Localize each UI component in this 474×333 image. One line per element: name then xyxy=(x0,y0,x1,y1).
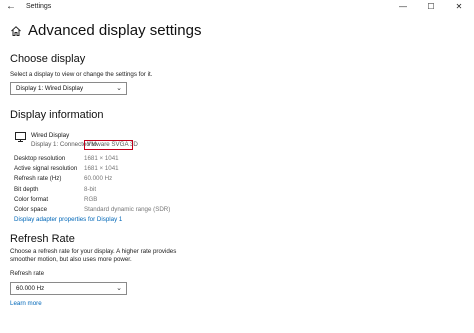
refresh-rate-description-line1: Choose a refresh rate for your display. … xyxy=(10,248,177,255)
minimize-button[interactable]: — xyxy=(390,0,416,14)
maximize-icon: ☐ xyxy=(427,2,435,11)
close-icon: ✕ xyxy=(455,2,463,11)
row-label-bit-depth: Bit depth xyxy=(14,186,39,193)
row-value-refresh-rate: 60.000 Hz xyxy=(84,175,113,182)
adapter-highlight-box xyxy=(84,140,133,150)
row-value-active-signal-resolution: 1681 × 1041 xyxy=(84,165,119,172)
close-button[interactable]: ✕ xyxy=(446,0,472,14)
chevron-down-icon: ⌄ xyxy=(116,285,122,292)
row-value-color-format: RGB xyxy=(84,196,98,203)
arrow-left-icon: ← xyxy=(6,1,16,12)
refresh-rate-heading: Refresh Rate xyxy=(10,233,75,245)
row-value-bit-depth: 8-bit xyxy=(84,186,97,193)
row-value-color-space: Standard dynamic range (SDR) xyxy=(84,206,171,213)
display-adapter-properties-link[interactable]: Display adapter properties for Display 1 xyxy=(14,216,122,224)
refresh-rate-select[interactable]: 60.000 Hz ⌄ xyxy=(10,282,127,295)
refresh-rate-select-value: 60.000 Hz xyxy=(16,285,45,292)
maximize-button[interactable]: ☐ xyxy=(418,0,444,14)
choose-display-heading: Choose display xyxy=(10,53,86,65)
refresh-rate-field-label: Refresh rate xyxy=(10,270,45,277)
row-label-desktop-resolution: Desktop resolution xyxy=(14,155,66,162)
row-value-desktop-resolution: 1681 × 1041 xyxy=(84,155,119,162)
refresh-rate-description-line2: smoother motion, but also uses more powe… xyxy=(10,256,132,263)
app-title: Settings xyxy=(26,3,52,10)
learn-more-link[interactable]: Learn more xyxy=(10,300,42,308)
display-information-heading: Display information xyxy=(10,109,104,121)
minimize-icon: — xyxy=(399,2,407,11)
row-label-color-space: Color space xyxy=(14,206,48,213)
choose-display-description: Select a display to view or change the s… xyxy=(10,71,153,78)
home-icon xyxy=(11,26,21,36)
monitor-icon xyxy=(15,132,26,142)
display-select[interactable]: Display 1: Wired Display ⌄ xyxy=(10,82,127,95)
display-name: Wired Display xyxy=(31,132,70,139)
page-title: Advanced display settings xyxy=(28,22,202,39)
chevron-down-icon: ⌄ xyxy=(116,85,122,92)
back-button[interactable]: ← xyxy=(4,1,18,13)
row-label-active-signal-resolution: Active signal resolution xyxy=(14,165,78,172)
row-label-refresh-rate: Refresh rate (Hz) xyxy=(14,175,62,182)
title-bar: ← Settings — ☐ ✕ xyxy=(0,0,474,15)
row-label-color-format: Color format xyxy=(14,196,49,203)
display-select-value: Display 1: Wired Display xyxy=(16,85,84,92)
